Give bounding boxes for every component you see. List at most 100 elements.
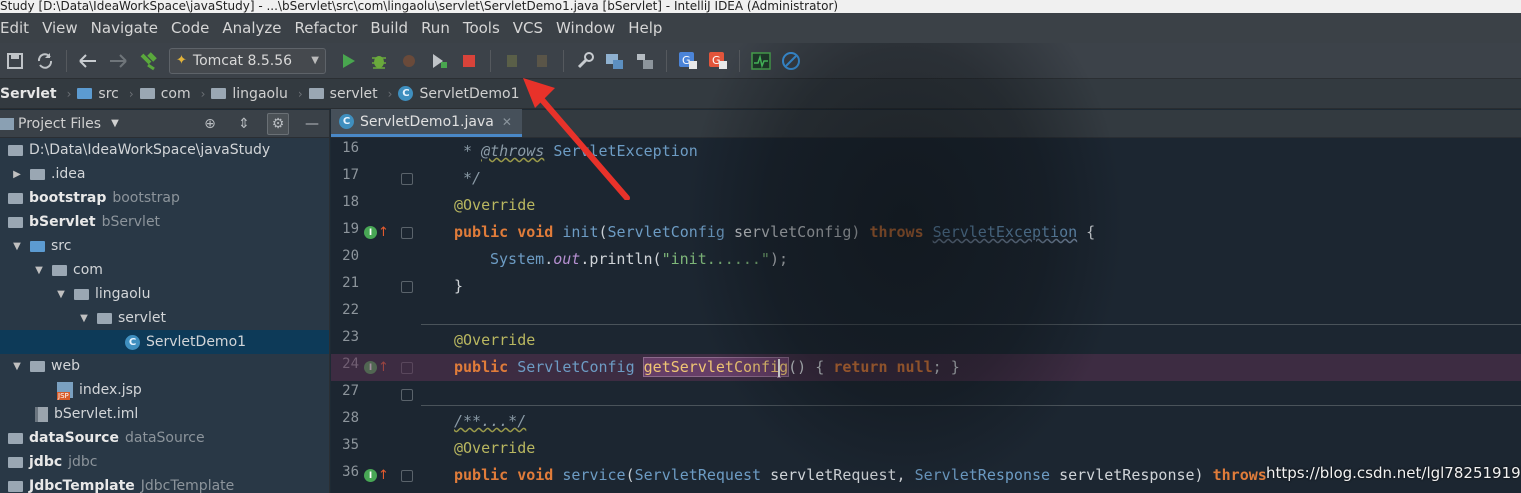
hide-panel-icon[interactable]: —	[301, 116, 323, 132]
folded-javadoc[interactable]: /**...*/	[454, 412, 526, 430]
menu-code[interactable]: Code	[171, 19, 215, 37]
locate-target-icon[interactable]: ⊕	[199, 116, 221, 132]
project-structure-icon[interactable]	[605, 51, 625, 71]
toolbar-separator	[739, 49, 740, 72]
tree-item-label: ServletDemo1	[146, 334, 247, 350]
menu-navigate[interactable]: Navigate	[91, 19, 164, 37]
breadcrumb-servlet[interactable]: Servlet	[0, 86, 57, 102]
tree-item-bservlet-iml[interactable]: bServlet.iml	[0, 402, 329, 426]
punctuation: );	[769, 250, 789, 268]
vcs-commit-icon[interactable]	[532, 51, 552, 71]
folder-icon	[211, 88, 227, 99]
chevron-right-icon[interactable]: ▶	[10, 169, 24, 180]
tree-item-servletdemo1[interactable]: C ServletDemo1	[0, 330, 329, 354]
chevron-down-icon[interactable]: ▼	[10, 241, 24, 252]
folder-icon	[139, 88, 155, 99]
code-line: System.out.println("init......");	[490, 250, 789, 268]
no-entry-icon[interactable]	[781, 51, 801, 71]
stop-icon[interactable]	[459, 51, 479, 71]
editor-tabs: C ServletDemo1.java ✕	[331, 109, 1521, 138]
tree-item-lingaolu[interactable]: ▼ lingaolu	[0, 282, 329, 306]
chevron-down-icon[interactable]: ▼	[32, 265, 46, 276]
keyword: void	[517, 466, 554, 484]
type-name: ServletException	[932, 223, 1078, 241]
keyword: public	[454, 466, 509, 484]
code-line: @Override	[454, 192, 535, 219]
type-name: ServletResponse	[914, 466, 1051, 484]
settings-wrench-icon[interactable]	[575, 51, 595, 71]
chevron-down-icon[interactable]: ▼	[10, 361, 24, 372]
annotation: @Override	[454, 196, 536, 214]
forward-arrow-icon[interactable]	[108, 51, 128, 71]
project-tree: D:\Data\IdeaWorkSpace\javaStudy ▶ .idea …	[0, 138, 329, 493]
save-all-icon[interactable]	[5, 51, 25, 71]
menu-vcs[interactable]: VCS	[513, 19, 549, 37]
breadcrumb-servletdemo1[interactable]: C ServletDemo1	[398, 86, 519, 102]
translate-blue-icon[interactable]: G	[678, 51, 698, 71]
tree-item-bservlet[interactable]: bServlet bServlet	[0, 210, 329, 234]
tree-item-label: lingaolu	[95, 286, 151, 302]
chevron-down-icon: ▼	[111, 118, 119, 129]
code-area[interactable]: * @throws ServletException */ @Override …	[331, 138, 1521, 493]
translate-red-icon[interactable]: G	[708, 51, 728, 71]
tree-item-idea[interactable]: ▶ .idea	[0, 162, 329, 186]
menu-refactor[interactable]: Refactor	[294, 19, 363, 37]
vcs-update-icon[interactable]	[502, 51, 522, 71]
breadcrumb-lingaolu[interactable]: lingaolu	[211, 86, 288, 102]
build-hammer-icon[interactable]	[138, 51, 158, 71]
gear-icon[interactable]: ⚙	[267, 112, 289, 135]
collapse-all-icon[interactable]: ⇕	[233, 116, 255, 132]
tree-item-com[interactable]: ▼ com	[0, 258, 329, 282]
punctuation: }	[454, 277, 464, 295]
run-icon[interactable]	[339, 51, 359, 71]
profile-icon[interactable]	[429, 51, 449, 71]
tree-item-src[interactable]: ▼ src	[0, 234, 329, 258]
breadcrumb-label: servlet	[329, 85, 378, 102]
tree-item-index-jsp[interactable]: index.jsp	[0, 378, 329, 402]
close-icon[interactable]: ✕	[502, 115, 512, 129]
tree-item-javastudy-root[interactable]: D:\Data\IdeaWorkSpace\javaStudy	[0, 138, 329, 162]
breadcrumb-label: src	[98, 85, 119, 102]
tree-item-jdbctemplate[interactable]: JdbcTemplate JdbcTemplate	[0, 474, 329, 493]
tree-item-module-name: bServlet	[101, 214, 161, 230]
tree-item-datasource[interactable]: dataSource dataSource	[0, 426, 329, 450]
tree-item-module-name: bootstrap	[112, 190, 180, 206]
monitor-icon[interactable]	[751, 51, 771, 71]
menu-analyze[interactable]: Analyze	[222, 19, 287, 37]
code-line: }	[454, 273, 463, 300]
sdk-manager-icon[interactable]	[635, 51, 655, 71]
chevron-down-icon[interactable]: ▼	[77, 313, 91, 324]
menu-tools[interactable]: Tools	[463, 19, 506, 37]
punctuation: ; }	[932, 358, 960, 376]
method-name-highlighted: getServletConfig	[642, 357, 790, 377]
tree-item-bootstrap[interactable]: bootstrap bootstrap	[0, 186, 329, 210]
menu-edit[interactable]: Edit	[0, 19, 35, 37]
tree-item-jdbc[interactable]: jdbc jdbc	[0, 450, 329, 474]
run-configuration-dropdown[interactable]: ✦ Tomcat 8.5.56 ▼	[169, 47, 326, 74]
breadcrumb-com[interactable]: com	[139, 86, 191, 102]
breadcrumb-servlet-package[interactable]: servlet	[308, 85, 378, 102]
code-editor[interactable]: C ServletDemo1.java ✕ 16 17 18 19 20 21 …	[331, 109, 1521, 493]
project-view-selector[interactable]: Project Files ▼	[0, 116, 119, 132]
javadoc-tag: @throws	[481, 142, 545, 160]
menu-window[interactable]: Window	[556, 19, 621, 37]
menu-run[interactable]: Run	[421, 19, 456, 37]
menu-build[interactable]: Build	[370, 19, 414, 37]
tab-servletdemo1-java[interactable]: C ServletDemo1.java ✕	[331, 109, 522, 137]
identifier: servletResponse)	[1050, 466, 1213, 484]
menu-view[interactable]: View	[42, 19, 84, 37]
string-literal: "init......"	[661, 250, 770, 268]
chevron-down-icon: ▼	[311, 55, 319, 66]
module-icon	[8, 216, 23, 228]
tree-item-web[interactable]: ▼ web	[0, 354, 329, 378]
synchronize-icon[interactable]	[35, 51, 55, 71]
breadcrumb-src[interactable]: src	[77, 85, 119, 102]
project-view-title: Project Files	[18, 115, 102, 132]
keyword: public	[454, 358, 509, 376]
run-with-coverage-icon[interactable]	[399, 51, 419, 71]
debug-icon[interactable]	[369, 51, 389, 71]
tree-item-servlet[interactable]: ▼ servlet	[0, 306, 329, 330]
menu-help[interactable]: Help	[628, 19, 668, 37]
back-arrow-icon[interactable]	[78, 51, 98, 71]
chevron-down-icon[interactable]: ▼	[54, 289, 68, 300]
